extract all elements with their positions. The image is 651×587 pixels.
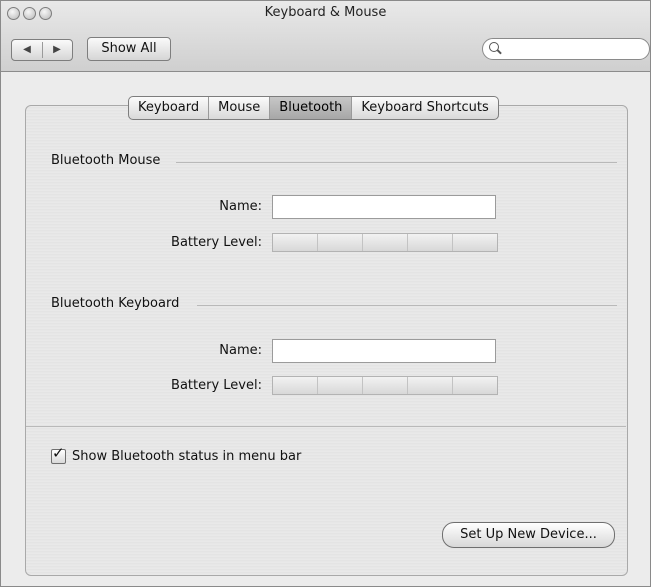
back-arrow-icon[interactable]: ◀ xyxy=(12,40,42,60)
battery-segment xyxy=(453,234,497,251)
tab-bar: Keyboard Mouse Bluetooth Keyboard Shortc… xyxy=(128,96,499,120)
tab-bluetooth[interactable]: Bluetooth xyxy=(270,97,353,119)
show-all-button[interactable]: Show All xyxy=(87,37,171,61)
keyboard-name-field[interactable] xyxy=(272,339,496,363)
search-input[interactable] xyxy=(503,40,645,58)
battery-segment xyxy=(318,234,363,251)
keyboard-battery-indicator xyxy=(272,376,498,395)
panel-divider xyxy=(26,426,626,427)
battery-segment xyxy=(363,234,408,251)
bluetooth-mouse-heading: Bluetooth Mouse xyxy=(51,153,161,168)
mouse-name-label: Name: xyxy=(219,199,262,214)
tab-keyboard-shortcuts[interactable]: Keyboard Shortcuts xyxy=(352,97,497,119)
battery-segment xyxy=(453,377,497,394)
show-bluetooth-status-checkbox[interactable]: ✓ xyxy=(51,443,66,464)
keyboard-name-label: Name: xyxy=(219,343,262,358)
mouse-battery-label: Battery Level: xyxy=(171,235,262,250)
set-up-new-device-button[interactable]: Set Up New Device... xyxy=(442,522,615,548)
preferences-window: Keyboard & Mouse ◀ ▶ Show All Keyboard M… xyxy=(0,0,651,587)
battery-segment xyxy=(363,377,408,394)
section-divider xyxy=(197,305,617,306)
section-divider xyxy=(176,162,617,163)
show-bluetooth-status-option[interactable]: ✓ Show Bluetooth status in menu bar xyxy=(51,443,302,465)
battery-segment xyxy=(408,234,453,251)
mouse-name-field[interactable] xyxy=(272,195,496,219)
show-bluetooth-status-label: Show Bluetooth status in menu bar xyxy=(72,448,302,464)
battery-segment xyxy=(318,377,363,394)
battery-segment xyxy=(273,377,318,394)
title-bar: Keyboard & Mouse ◀ ▶ Show All xyxy=(1,1,650,72)
window-title: Keyboard & Mouse xyxy=(264,5,387,20)
tab-keyboard[interactable]: Keyboard xyxy=(129,97,210,119)
bluetooth-keyboard-heading: Bluetooth Keyboard xyxy=(51,296,180,311)
search-field[interactable] xyxy=(482,38,650,60)
tab-mouse[interactable]: Mouse xyxy=(209,97,271,119)
checkmark-icon: ✓ xyxy=(52,443,65,462)
forward-arrow-icon[interactable]: ▶ xyxy=(42,40,72,60)
battery-segment xyxy=(273,234,318,251)
search-icon xyxy=(489,42,499,52)
mouse-battery-indicator xyxy=(272,233,498,252)
back-forward-control: ◀ ▶ xyxy=(11,39,73,61)
battery-segment xyxy=(408,377,453,394)
keyboard-battery-label: Battery Level: xyxy=(171,378,262,393)
